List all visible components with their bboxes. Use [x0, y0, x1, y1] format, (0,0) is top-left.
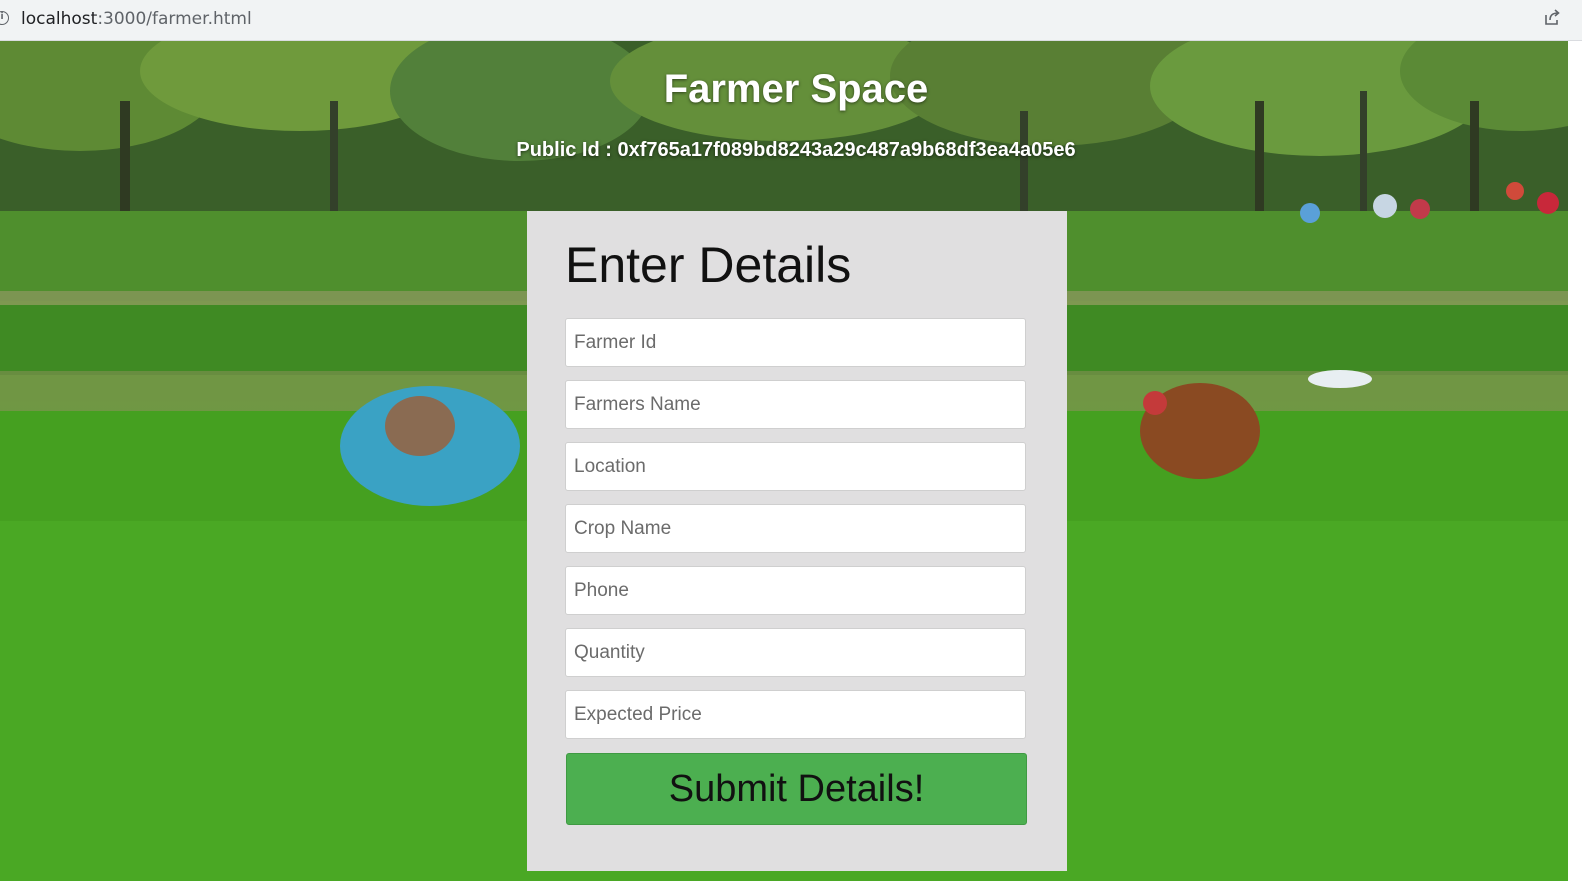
submit-details-button[interactable]: Submit Details! [566, 753, 1027, 825]
page-title: Farmer Space [663, 67, 929, 111]
quantity-input[interactable] [565, 628, 1026, 677]
farmers-name-input[interactable] [565, 380, 1026, 429]
share-icon[interactable] [1543, 9, 1561, 27]
url-path: :3000/farmer.html [97, 9, 252, 29]
url-host: localhost [21, 9, 98, 29]
crop-name-input[interactable] [565, 504, 1026, 553]
public-id: Public Id : 0xf765a17f089bd8243a29c487a9… [516, 139, 1076, 161]
form-heading: Enter Details [565, 237, 852, 293]
info-icon[interactable]: i [0, 11, 9, 25]
location-input[interactable] [565, 442, 1026, 491]
expected-price-input[interactable] [565, 690, 1026, 739]
url-text[interactable]: localhost:3000/farmer.html [21, 9, 252, 29]
farmer-id-input[interactable] [565, 318, 1026, 367]
phone-input[interactable] [565, 566, 1026, 615]
address-bar[interactable]: i localhost:3000/farmer.html [0, 0, 1582, 41]
details-form: Enter Details Submit Details! [527, 211, 1067, 871]
